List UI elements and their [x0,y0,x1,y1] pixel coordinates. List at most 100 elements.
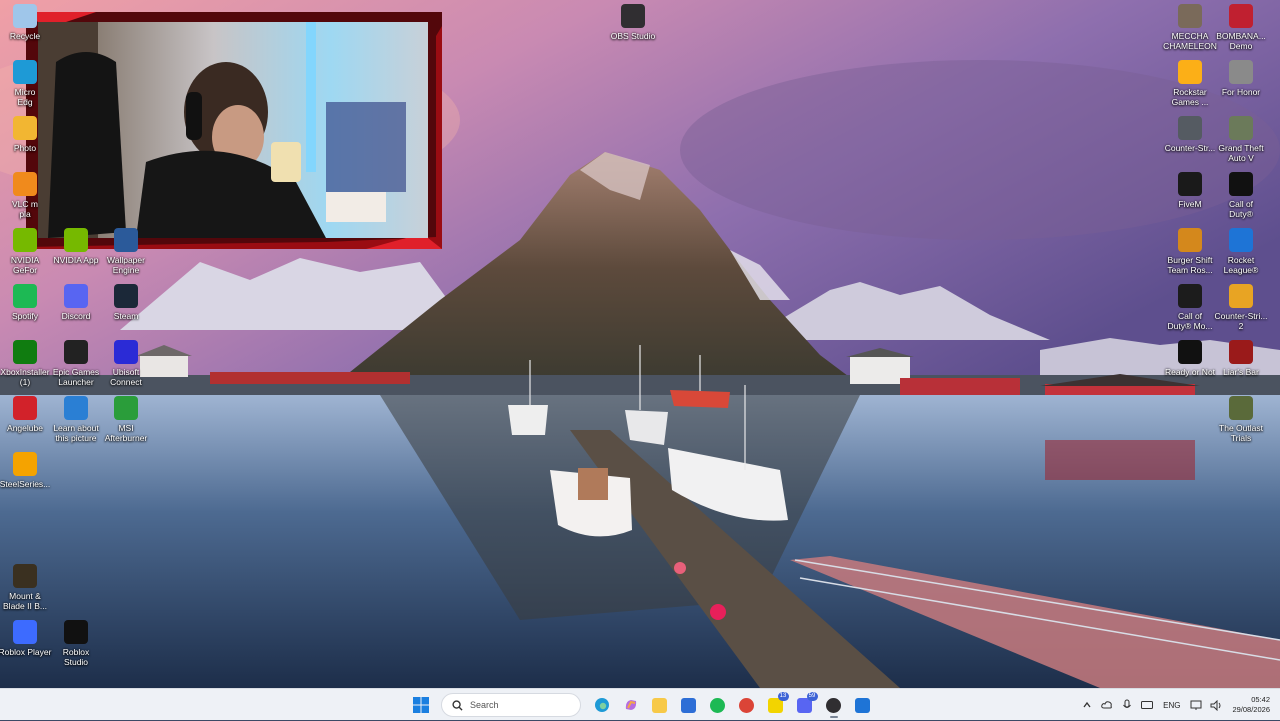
desktop-roblox-studio[interactable]: Roblox Studio [49,620,103,667]
tray-mic[interactable] [1117,695,1137,715]
roblox-player-icon [13,620,37,644]
meccha-chameleon-icon [1178,4,1202,28]
desktop-edge[interactable]: Micro Edg [0,60,52,107]
desktop-bannerlord[interactable]: Mount & Blade II B... [0,564,52,611]
taskbar-apps: 13 59 [645,692,877,718]
taskbar: Search 13 59 ENG 05:42 29/08/2026 [0,688,1280,720]
desktop-icon-label: Rocket League® [1223,255,1259,275]
msi-afterburner-icon [114,396,138,420]
tray-network[interactable] [1186,695,1206,715]
clock-time: 05:42 [1251,695,1270,704]
input-language[interactable]: ENG [1163,701,1180,710]
taskbar-file-explorer[interactable] [647,692,673,718]
desktop-icon-label: Liar's Bar [1223,367,1259,377]
desktop-wallpaper-engine[interactable]: Wallpaper Engine [99,228,153,275]
taskbar-copilot[interactable] [618,692,644,718]
search-icon [452,699,463,711]
ubisoft-icon [114,340,138,364]
start-button[interactable] [408,692,434,718]
xbox-icon [13,340,37,364]
rocket-league-icon [1229,228,1253,252]
microphone-icon [1123,699,1132,708]
angelube-icon [13,396,37,420]
tray-volume[interactable] [1206,695,1226,715]
desktop-vlc[interactable]: VLC m pla [0,172,52,219]
notification-badge: 59 [806,692,818,701]
taskbar-spotify[interactable] [705,692,731,718]
tray-keyboard[interactable] [1137,695,1157,715]
speaker-icon [1210,699,1221,711]
desktop-ubisoft[interactable]: Ubisoft Connect [99,340,153,387]
edge-icon [13,60,37,84]
search-placeholder: Search [470,700,499,710]
taskbar-microsoft-store[interactable] [676,692,702,718]
bannerlord-icon [13,564,37,588]
spotify-icon [710,697,725,713]
desktop-icon-label: Counter-Stri... 2 [1214,311,1268,331]
taskbar-discord[interactable]: 59 [792,692,818,718]
desktop-recycle-bin[interactable]: Recycle [0,4,52,41]
call-of-duty-mw-icon [1178,284,1202,308]
desktop-liars-bar[interactable]: Liar's Bar [1214,340,1268,377]
windows-icon [412,697,429,713]
obs-icon [826,697,841,713]
desktop-steam[interactable]: Steam [99,284,153,321]
desktop-rocket-league[interactable]: Rocket League® [1214,228,1268,275]
desktop-bombana[interactable]: BOMBANA... Demo [1214,4,1268,51]
webcam-overlay [26,12,442,249]
taskbar-obs[interactable] [821,692,847,718]
clock-date: 29/08/2026 [1232,705,1270,714]
desktop-for-honor[interactable]: For Honor [1214,60,1268,97]
recycle-bin-icon [13,4,37,28]
shield-app-icon [855,697,870,713]
desktop-rockstar[interactable]: Rockstar Games ... [1163,60,1217,107]
desktop-icon-label: Photo [13,143,37,153]
desktop-outlast-trials[interactable]: The Outlast Trials [1214,396,1268,443]
liars-bar-icon [1229,340,1253,364]
desktop-icon-label: The Outlast Trials [1219,423,1263,443]
photos-icon [13,116,37,140]
taskbar-chrome[interactable] [734,692,760,718]
learn-picture-icon [64,396,88,420]
network-icon [1190,700,1202,710]
desktop-call-of-duty[interactable]: Call of Duty® [1214,172,1268,219]
desktop-obs[interactable]: OBS Studio [606,4,660,41]
desktop-photos[interactable]: Photo [0,116,52,153]
edge-icon [594,698,609,712]
for-honor-icon [1229,60,1253,84]
desktop-icon-label: Roblox Studio [62,647,90,667]
fivem-icon [1178,172,1202,196]
notification-badge: 13 [777,692,789,701]
system-tray: ENG 05:42 29/08/2026 [1077,689,1280,721]
nvidia-app-icon [64,228,88,252]
outlast-trials-icon [1229,396,1253,420]
desktop-icon-label: Mount & Blade II B... [3,591,47,611]
desktop-counter-strike-2[interactable]: Counter-Stri... 2 [1214,284,1268,331]
desktop-msi-afterburner[interactable]: MSI Afterburner [99,396,153,443]
keyboard-icon [1141,701,1154,709]
desktop-icon-label: Recycle [9,31,41,41]
desktop-steelseries[interactable]: SteelSeries... [0,452,52,489]
desktop-icon-label: Grand Theft Auto V [1218,143,1264,163]
wallpaper-engine-icon [114,228,138,252]
desktop-nvidia[interactable]: NVIDIA GeFor [0,228,52,275]
desktop-icon-label: Micro Edg [14,87,36,107]
clock[interactable]: 05:42 29/08/2026 [1232,695,1270,715]
ready-or-not-icon [1178,340,1202,364]
desktop-icon-label: Wallpaper Engine [107,255,145,275]
taskbar-search[interactable]: Search [441,693,581,717]
desktop-icon-label: Ubisoft Connect [110,367,142,387]
burger-shift-icon [1178,228,1202,252]
taskbar-edge[interactable] [589,692,615,718]
desktop-gta-v[interactable]: Grand Theft Auto V [1214,116,1268,163]
desktop-icon-label: BOMBANA... Demo [1216,31,1266,51]
tray-vpn[interactable] [1097,695,1117,715]
active-indicator [829,716,838,718]
discord-icon [64,284,88,308]
tray-overflow[interactable] [1077,695,1097,715]
taskbar-rocket-league[interactable] [850,692,876,718]
taskbar-center: Search 13 59 [406,692,877,718]
folder-icon [652,697,667,713]
taskbar-whatsapp-like[interactable]: 13 [763,692,789,718]
bombana-icon [1229,4,1253,28]
